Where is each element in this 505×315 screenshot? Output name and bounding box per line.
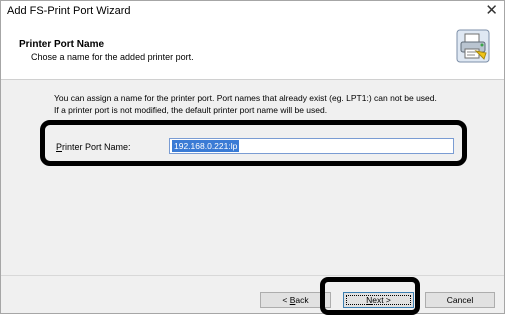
button-separator <box>1 275 504 276</box>
description-line-2: If a printer port is not modified, the d… <box>54 105 328 115</box>
back-button-label: ack <box>295 295 309 305</box>
page-title: Printer Port Name <box>19 39 105 50</box>
window-title: Add FS-Print Port Wizard <box>7 5 131 17</box>
port-name-highlight <box>40 120 467 166</box>
cancel-button[interactable]: Cancel <box>425 292 495 308</box>
description: You can assign a name for the printer po… <box>54 92 484 116</box>
next-button-highlight <box>320 277 420 315</box>
page-subtitle: Chose a name for the added printer port. <box>31 52 194 62</box>
title-bar: Add FS-Print Port Wizard ✕ <box>1 1 504 23</box>
back-button-prefix: < <box>282 295 290 305</box>
close-icon[interactable]: ✕ <box>485 2 498 20</box>
wizard-header: Printer Port Name Chose a name for the a… <box>1 23 504 80</box>
description-line-1: You can assign a name for the printer po… <box>54 93 437 103</box>
printer-wizard-icon <box>456 29 490 63</box>
